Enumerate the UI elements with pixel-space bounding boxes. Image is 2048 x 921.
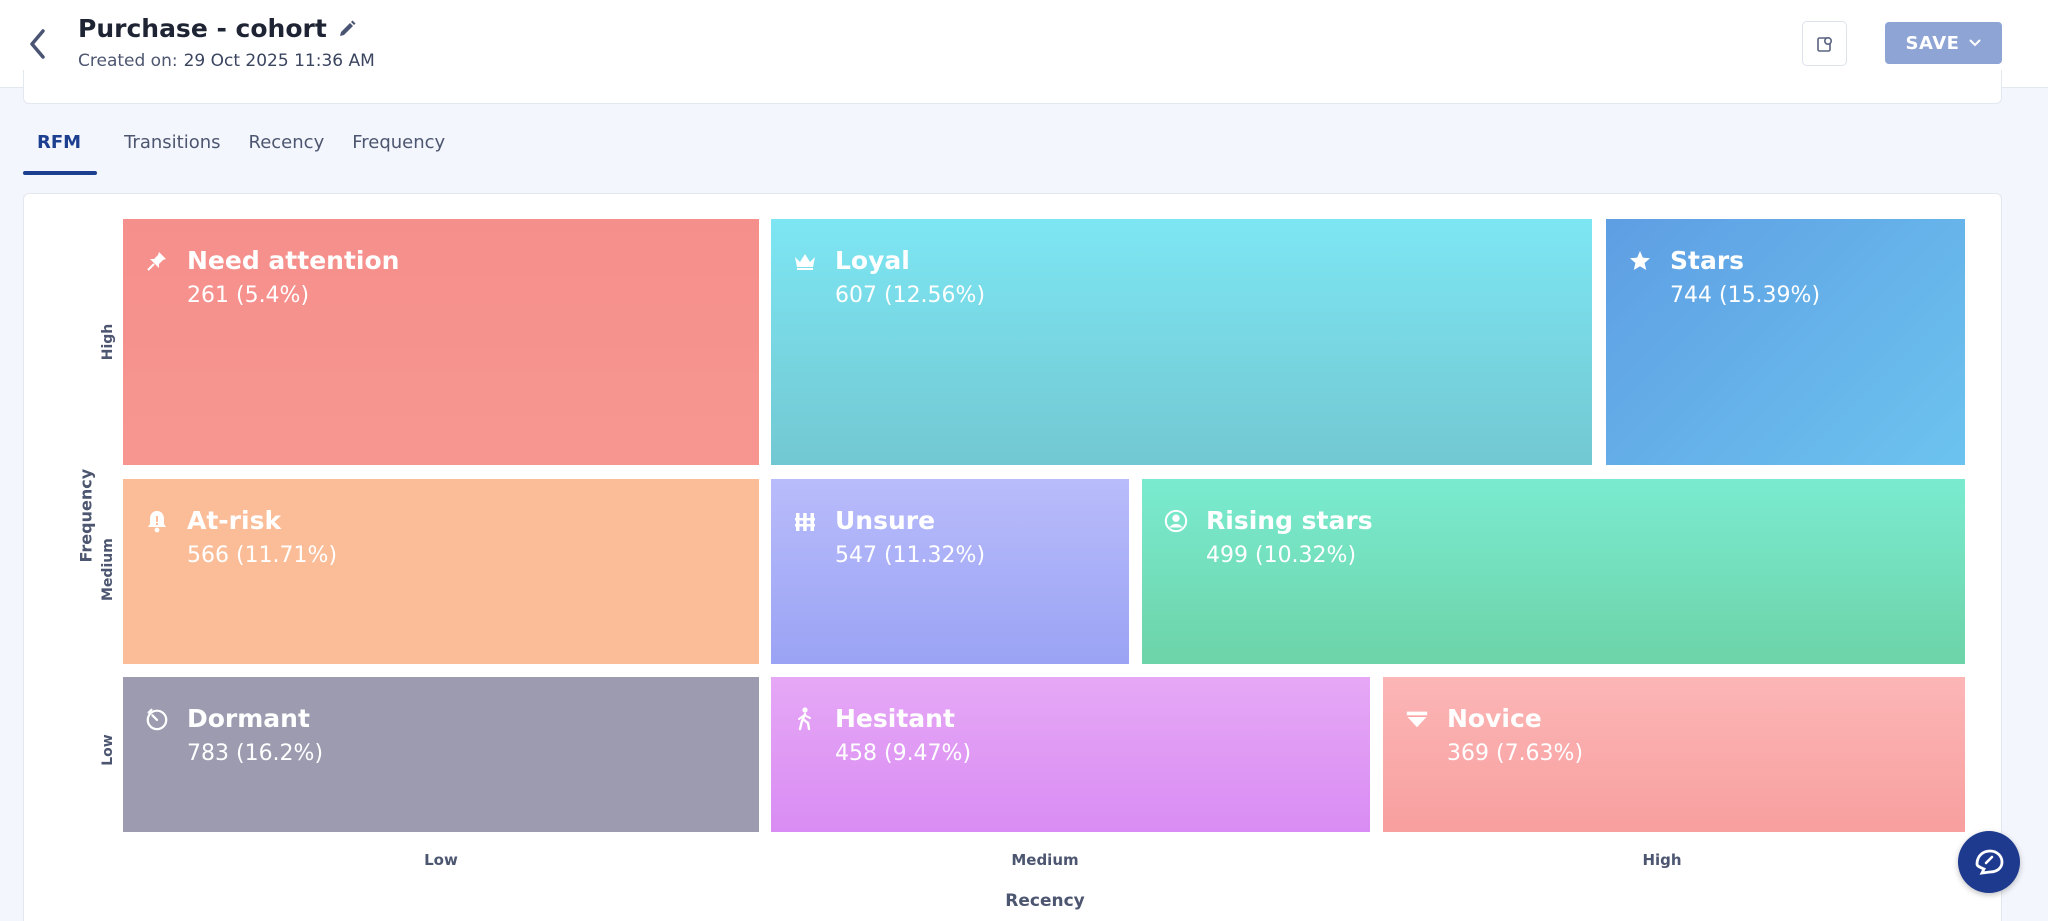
x-tick-medium: Medium — [1011, 851, 1079, 869]
star-icon — [1628, 249, 1652, 273]
segment-name: Unsure — [835, 506, 936, 535]
segment-stars[interactable]: Stars 744 (15.39%) — [1606, 219, 1965, 465]
segment-name: Dormant — [187, 704, 310, 733]
created-label: Created on: — [78, 51, 178, 71]
segment-at-risk[interactable]: At-risk 566 (11.71%) — [123, 479, 759, 664]
y-axis-title: Frequency — [76, 468, 96, 563]
segment-need-attention[interactable]: Need attention 261 (5.4%) — [123, 219, 759, 465]
notes-button[interactable] — [1802, 21, 1847, 66]
segment-novice[interactable]: Novice 369 (7.63%) — [1383, 677, 1965, 832]
segment-name: Rising stars — [1206, 506, 1373, 535]
segment-value: 458 (9.47%) — [835, 741, 972, 766]
y-tick-low: Low — [100, 734, 116, 766]
created-date: 29 Oct 2025 11:36 AM — [183, 51, 375, 71]
pin-icon — [145, 249, 169, 273]
rfm-chart-card: Frequency High Medium Low Need attention… — [23, 193, 2002, 921]
segment-name: Novice — [1447, 704, 1542, 733]
x-axis-title: Recency — [1005, 891, 1085, 911]
user-circle-icon — [1164, 509, 1188, 533]
save-label: SAVE — [1905, 32, 1960, 54]
page-title-row: Purchase - cohort — [78, 14, 357, 43]
x-tick-low: Low — [424, 851, 458, 869]
segment-rising-stars[interactable]: Rising stars 499 (10.32%) — [1142, 479, 1965, 664]
segment-value: 744 (15.39%) — [1670, 283, 1821, 308]
bell-icon — [145, 509, 169, 533]
segment-value: 566 (11.71%) — [187, 543, 338, 568]
segment-unsure[interactable]: Unsure 547 (11.32%) — [771, 479, 1129, 664]
segment-dormant[interactable]: Dormant 783 (16.2%) — [123, 677, 759, 832]
segment-value: 369 (7.63%) — [1447, 741, 1584, 766]
gem-icon — [1405, 707, 1429, 731]
save-button[interactable]: SAVE — [1885, 22, 2002, 64]
y-tick-high: High — [100, 323, 116, 361]
edit-pencil-icon[interactable] — [337, 19, 357, 39]
note-pin-icon — [1816, 36, 1832, 52]
timer-icon — [145, 707, 169, 731]
view-tabs: RFM Transitions Recency Frequency — [23, 124, 473, 175]
segment-header: Need attention 261 (5.4%) — [145, 245, 399, 313]
segment-value: 547 (11.32%) — [835, 543, 986, 568]
chevron-down-icon — [1969, 39, 1981, 47]
segment-header: Hesitant 458 (9.47%) — [793, 703, 971, 771]
y-tick-medium: Medium — [100, 538, 116, 601]
segment-name: At-risk — [187, 506, 282, 535]
created-info: Created on: 29 Oct 2025 11:36 AM — [78, 51, 375, 71]
segment-header: Stars 744 (15.39%) — [1628, 245, 1820, 313]
segment-name: Hesitant — [835, 704, 955, 733]
segment-value: 261 (5.4%) — [187, 283, 310, 308]
segment-header: Unsure 547 (11.32%) — [793, 505, 985, 573]
segment-header: Dormant 783 (16.2%) — [145, 703, 323, 771]
segment-name: Stars — [1670, 246, 1745, 275]
back-button[interactable] — [22, 24, 54, 64]
fence-icon — [793, 509, 817, 533]
tab-recency[interactable]: Recency — [249, 124, 325, 168]
segment-loyal[interactable]: Loyal 607 (12.56%) — [771, 219, 1592, 465]
chat-bubbles-icon — [1975, 849, 2004, 875]
x-tick-high: High — [1642, 851, 1682, 869]
segment-value: 607 (12.56%) — [835, 283, 986, 308]
crown-icon — [793, 249, 817, 273]
filter-panel-partial — [23, 70, 2002, 104]
segment-value: 783 (16.2%) — [187, 741, 324, 766]
page-title: Purchase - cohort — [78, 14, 327, 43]
chevron-left-icon — [30, 29, 45, 59]
walker-icon — [793, 707, 817, 731]
segment-name: Need attention — [187, 246, 400, 275]
tab-frequency[interactable]: Frequency — [352, 124, 445, 168]
segment-value: 499 (10.32%) — [1206, 543, 1357, 568]
chat-support-button[interactable] — [1958, 831, 2020, 893]
segment-header: Rising stars 499 (10.32%) — [1164, 505, 1373, 573]
segment-header: Novice 369 (7.63%) — [1405, 703, 1583, 771]
segment-header: At-risk 566 (11.71%) — [145, 505, 337, 573]
segment-hesitant[interactable]: Hesitant 458 (9.47%) — [771, 677, 1370, 832]
segment-header: Loyal 607 (12.56%) — [793, 245, 985, 313]
tab-rfm[interactable]: RFM — [23, 124, 98, 175]
segment-name: Loyal — [835, 246, 910, 275]
tab-transitions[interactable]: Transitions — [124, 124, 220, 168]
